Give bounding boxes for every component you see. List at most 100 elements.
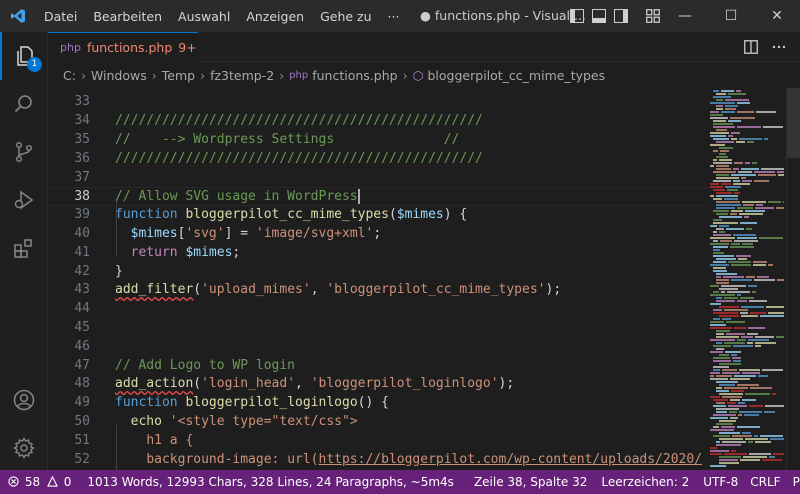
indentation[interactable]: Leerzeichen: 2 <box>593 475 695 489</box>
breadcrumb-item-windows[interactable]: Windows <box>91 68 147 83</box>
close-button[interactable]: ✕ <box>754 0 800 32</box>
customize-layout-icon[interactable] <box>646 9 660 23</box>
minimap-line <box>724 453 747 455</box>
minimap-line <box>753 261 767 263</box>
minimap-line <box>716 99 723 101</box>
extensions-icon[interactable] <box>0 224 48 272</box>
minimap-line <box>754 171 775 173</box>
minimap-line <box>737 294 741 296</box>
url-link[interactable]: https://bloggerpilot.com/wp-content/uplo… <box>319 452 703 467</box>
minimap-line <box>742 243 753 245</box>
minimap-line <box>730 417 738 419</box>
minimap[interactable] <box>708 88 786 470</box>
line-ending[interactable]: CRLF <box>744 475 786 489</box>
search-icon[interactable] <box>0 80 48 128</box>
menu-gehe-zu[interactable]: Gehe zu <box>312 9 379 24</box>
minimap-line <box>721 90 734 92</box>
minimap-line <box>716 279 729 281</box>
minimap-line <box>749 300 767 302</box>
minimap-line <box>710 165 714 167</box>
minimap-line <box>733 180 740 182</box>
minimap-line <box>716 276 721 278</box>
minimap-line <box>755 345 761 347</box>
minimap-line <box>716 204 741 206</box>
more-actions-icon[interactable] <box>772 40 786 54</box>
status-bar: 58 0 1013 Words, 12993 Chars, 328 Lines,… <box>0 470 800 494</box>
toggle-sidebar-icon[interactable] <box>570 9 584 23</box>
minimap-line <box>738 414 742 416</box>
minimap-line <box>742 201 766 203</box>
warning-count: 0 <box>63 475 72 489</box>
minimap-line <box>754 180 769 182</box>
minimap-line <box>733 345 753 347</box>
minimap-line <box>734 375 756 377</box>
toggle-secondary-sidebar-icon[interactable] <box>614 9 628 23</box>
tab-functions-php[interactable]: php functions.php 9+ <box>48 32 198 62</box>
minimap-line <box>741 336 753 338</box>
breadcrumb-item-symbol[interactable]: bloggerpilot_cc_mime_types <box>428 68 606 83</box>
minimap-line <box>716 273 737 275</box>
minimap-line <box>710 285 719 287</box>
word-count[interactable]: 1013 Words, 12993 Chars, 328 Lines, 24 P… <box>79 475 460 489</box>
punct: ) { <box>443 207 468 222</box>
minimap-line <box>710 450 729 452</box>
vertical-scrollbar[interactable] <box>786 88 800 470</box>
minimap-line <box>713 162 732 164</box>
minimap-line <box>710 327 732 329</box>
minimap-line <box>719 363 741 365</box>
minimap-line <box>737 426 760 428</box>
minimap-line <box>713 126 735 128</box>
scrollbar-thumb[interactable] <box>787 88 800 158</box>
minimap-line <box>776 207 784 209</box>
minimap-line <box>719 159 732 161</box>
minimap-line <box>778 174 784 176</box>
minimap-line <box>764 411 775 413</box>
minimap-line <box>744 216 749 218</box>
string: 'login_head' <box>201 376 296 391</box>
minimap-line <box>710 102 735 104</box>
breadcrumb-item-drive[interactable]: C: <box>63 68 76 83</box>
minimap-line <box>765 405 784 407</box>
cursor-position[interactable]: Zeile 38, Spalte 32 <box>460 475 593 489</box>
minimap-line <box>725 105 738 107</box>
minimap-line <box>713 318 720 320</box>
minimap-line <box>742 399 756 401</box>
minimap-line <box>777 279 784 281</box>
breadcrumb-item-file[interactable]: functions.php <box>312 68 397 83</box>
minimap-line <box>731 354 737 356</box>
menu-bearbeiten[interactable]: Bearbeiten <box>85 9 170 24</box>
minimap-line <box>719 462 739 464</box>
minimap-line <box>710 453 722 455</box>
minimap-line <box>740 312 748 314</box>
minimap-line <box>716 192 732 194</box>
breadcrumb-item-temp[interactable]: Temp <box>162 68 195 83</box>
minimap-line <box>713 426 719 428</box>
accounts-icon[interactable] <box>0 376 48 424</box>
explorer-icon[interactable]: 1 <box>0 32 48 80</box>
source-control-icon[interactable] <box>0 128 48 176</box>
menu-more-button[interactable]: ··· <box>380 9 408 24</box>
minimap-line <box>734 327 746 329</box>
menu-auswahl[interactable]: Auswahl <box>170 9 238 24</box>
language-mode[interactable]: PHP <box>787 475 800 489</box>
problems-indicator[interactable]: 58 0 <box>0 475 79 489</box>
settings-gear-icon[interactable] <box>0 424 48 472</box>
breadcrumb-item-folder[interactable]: fz3temp-2 <box>210 68 274 83</box>
text-cursor <box>357 189 360 204</box>
minimap-line <box>731 390 744 392</box>
minimap-line <box>716 402 725 404</box>
menu-anzeigen[interactable]: Anzeigen <box>238 9 312 24</box>
line-number: 49 <box>74 395 90 410</box>
minimap-line <box>742 180 752 182</box>
toggle-panel-icon[interactable] <box>592 9 606 23</box>
minimap-line <box>716 129 727 131</box>
encoding[interactable]: UTF-8 <box>695 475 744 489</box>
minimap-line <box>731 279 752 281</box>
minimap-line <box>716 381 738 383</box>
minimize-button[interactable]: — <box>662 0 708 32</box>
menu-datei[interactable]: Datei <box>36 9 85 24</box>
split-editor-icon[interactable] <box>744 40 758 54</box>
maximize-button[interactable]: ☐ <box>708 0 754 32</box>
run-debug-icon[interactable] <box>0 176 48 224</box>
code-editor[interactable]: 33 34 ///////////////////////////////////… <box>48 88 708 470</box>
